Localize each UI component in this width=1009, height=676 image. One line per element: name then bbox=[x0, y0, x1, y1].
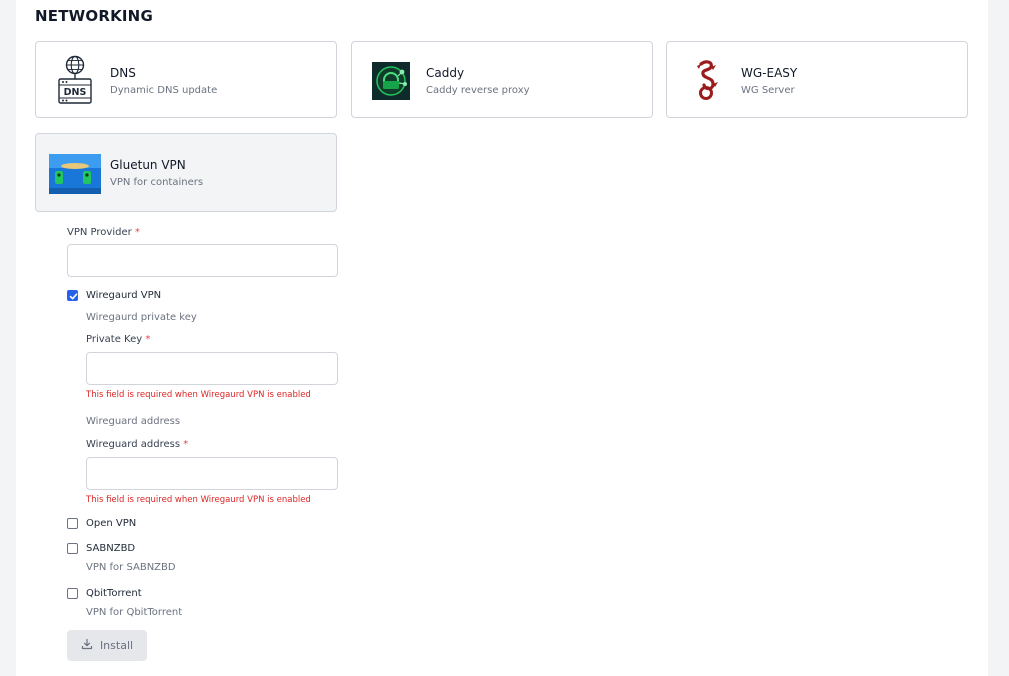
wireguard-address-hint: Wireguard address bbox=[86, 416, 181, 427]
svg-text:DNS: DNS bbox=[64, 87, 87, 98]
app-card-caddy[interactable]: Caddy Caddy reverse proxy bbox=[351, 41, 653, 118]
gluetun-logo-icon bbox=[49, 148, 101, 200]
open-vpn-label: Open VPN bbox=[86, 518, 137, 529]
section-title: NETWORKING bbox=[35, 7, 153, 25]
private-key-input[interactable] bbox=[86, 352, 338, 385]
vpn-provider-input[interactable] bbox=[67, 244, 338, 277]
app-card-dns[interactable]: DNS DNS Dynamic DNS update bbox=[35, 41, 337, 118]
app-card-description: Dynamic DNS update bbox=[110, 85, 218, 96]
qbittorrent-hint: VPN for QbitTorrent bbox=[86, 607, 183, 618]
sabnzbd-checkbox[interactable] bbox=[67, 543, 78, 554]
install-button[interactable]: Install bbox=[67, 630, 147, 661]
install-label: Install bbox=[99, 639, 134, 652]
wireguard-address-input[interactable] bbox=[86, 457, 338, 490]
sabnzbd-hint: VPN for SABNZBD bbox=[86, 562, 176, 573]
qbittorrent-label: QbitTorrent bbox=[86, 588, 142, 599]
app-card-title: Caddy bbox=[426, 66, 465, 80]
dns-server-icon: DNS bbox=[49, 55, 101, 107]
app-card-description: VPN for containers bbox=[110, 177, 204, 188]
open-vpn-checkbox[interactable] bbox=[67, 518, 78, 529]
qbittorrent-checkbox[interactable] bbox=[67, 588, 78, 599]
private-key-hint: Wiregaurd private key bbox=[86, 312, 197, 323]
app-card-title: DNS bbox=[110, 66, 136, 80]
app-card-description: WG Server bbox=[741, 85, 795, 96]
app-card-description: Caddy reverse proxy bbox=[426, 85, 530, 96]
app-card-gluetun-vpn[interactable]: Gluetun VPN VPN for containers bbox=[35, 133, 337, 212]
app-card-title: Gluetun VPN bbox=[110, 158, 186, 172]
wireguard-vpn-label: Wiregaurd VPN bbox=[86, 290, 162, 301]
private-key-label: Private Key * bbox=[86, 334, 151, 345]
vpn-provider-label: VPN Provider * bbox=[67, 227, 140, 238]
app-card-title: WG-EASY bbox=[741, 66, 798, 80]
sabnzbd-label: SABNZBD bbox=[86, 543, 136, 554]
wireguard-address-label: Wireguard address * bbox=[86, 439, 189, 450]
wireguard-vpn-checkbox[interactable] bbox=[67, 290, 78, 301]
wireguard-address-error: This field is required when Wiregaurd VP… bbox=[86, 495, 311, 505]
app-card-wg-easy[interactable]: WG-EASY WG Server bbox=[666, 41, 968, 118]
private-key-error: This field is required when Wiregaurd VP… bbox=[86, 390, 311, 400]
caddy-logo-icon bbox=[365, 55, 417, 107]
download-icon bbox=[81, 638, 93, 653]
wg-dragon-icon bbox=[680, 55, 732, 107]
